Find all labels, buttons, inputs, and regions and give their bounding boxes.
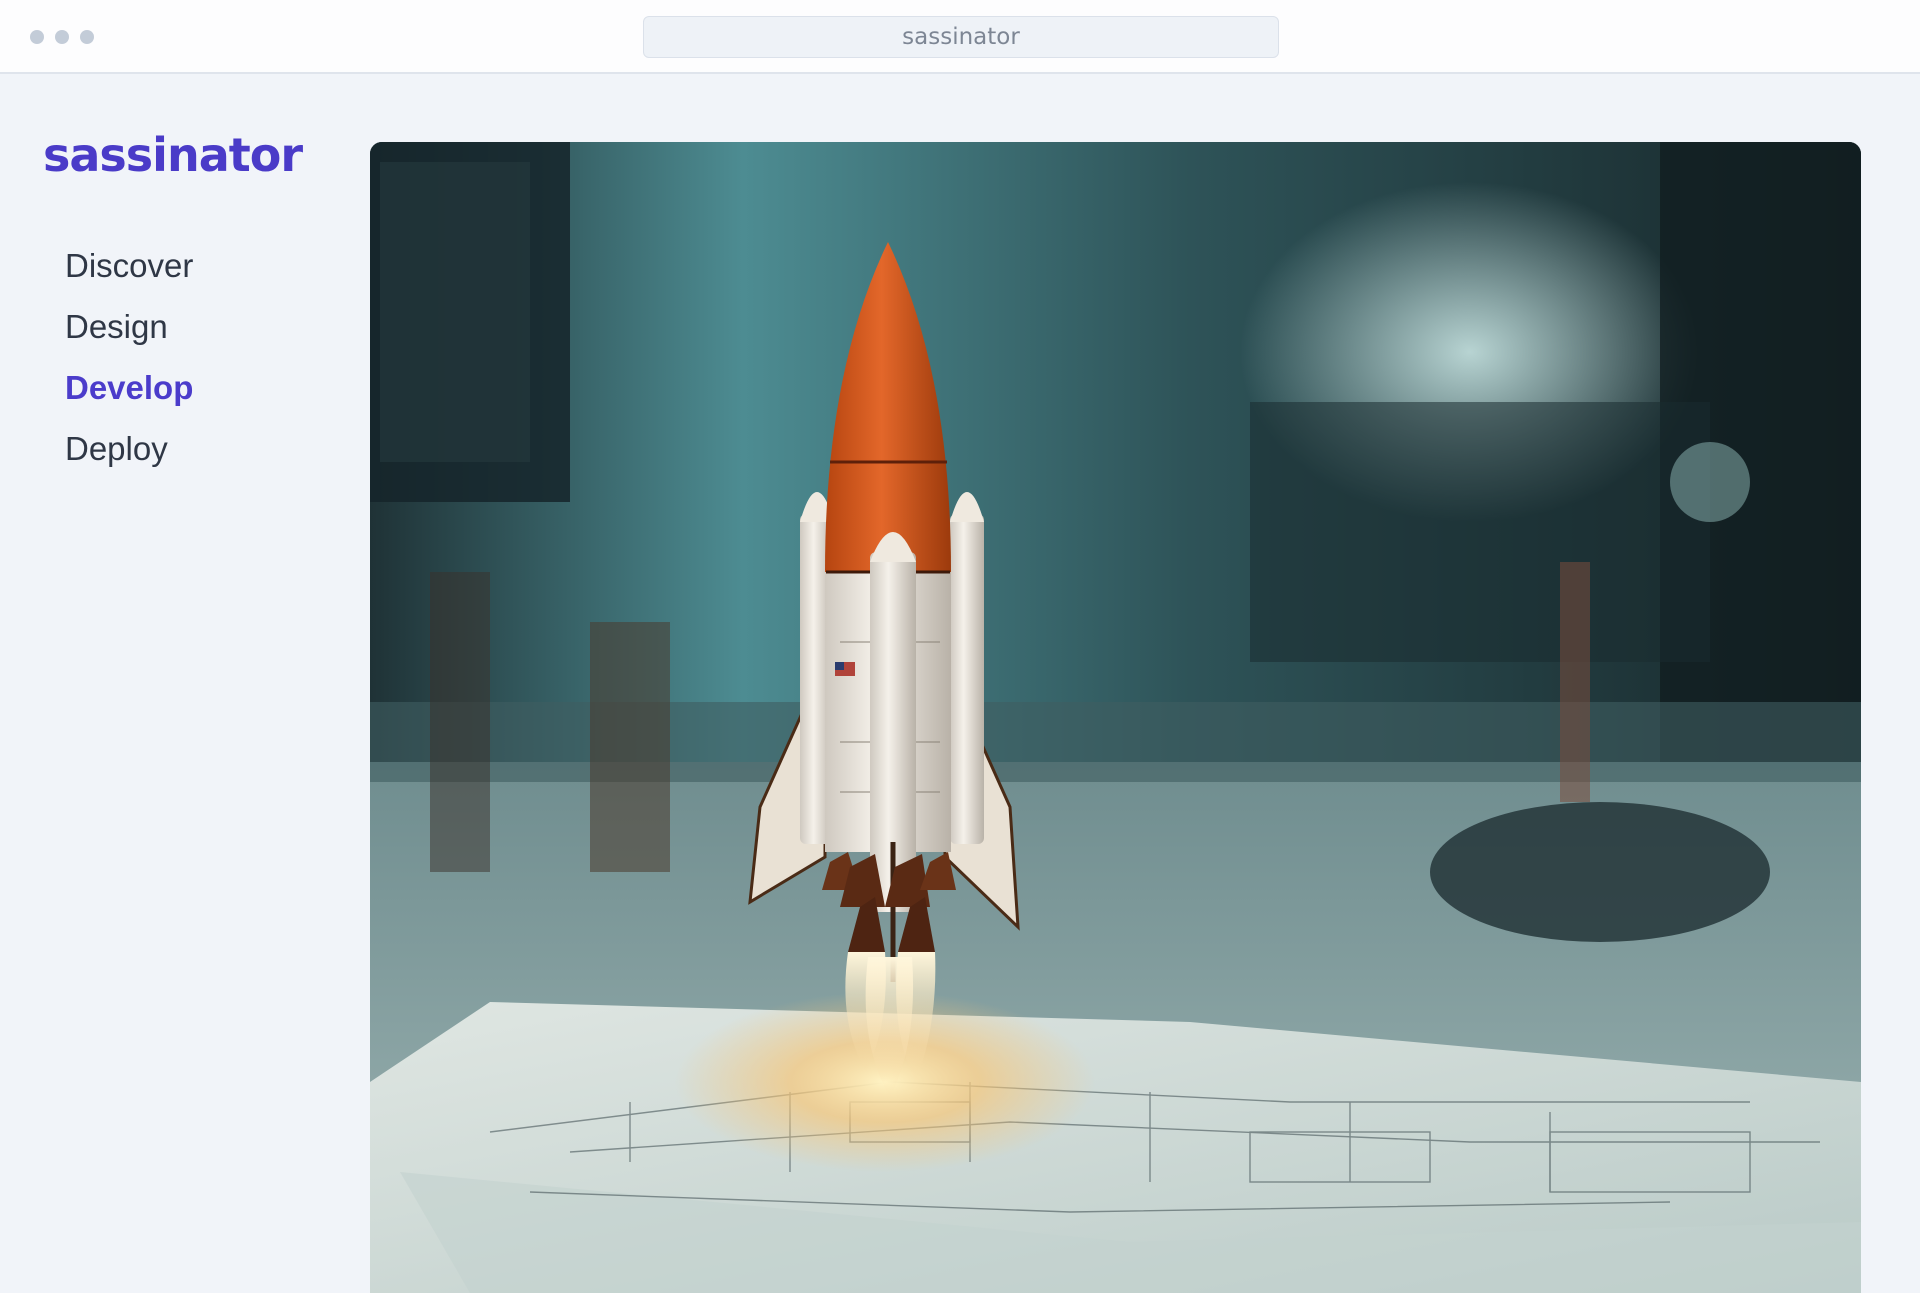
window-dot-2[interactable] [55, 30, 69, 44]
rocket-launch-illustration [370, 142, 1861, 1293]
browser-top-bar: sassinator [0, 0, 1920, 74]
sidebar-item-deploy[interactable]: Deploy [65, 427, 193, 488]
window-dot-1[interactable] [30, 30, 44, 44]
sidebar-item-discover[interactable]: Discover [65, 244, 193, 305]
window-controls [30, 30, 94, 44]
sidebar-item-design[interactable]: Design [65, 305, 193, 366]
brand-logo[interactable]: sassinator [43, 128, 303, 182]
window-dot-3[interactable] [80, 30, 94, 44]
sidebar-item-develop[interactable]: Develop [65, 366, 193, 427]
hero-image [370, 142, 1861, 1293]
address-bar[interactable]: sassinator [643, 16, 1279, 58]
app-window: sassinator sassinator Discover Design De… [0, 0, 1920, 1293]
sidebar-nav: Discover Design Develop Deploy [65, 244, 193, 488]
